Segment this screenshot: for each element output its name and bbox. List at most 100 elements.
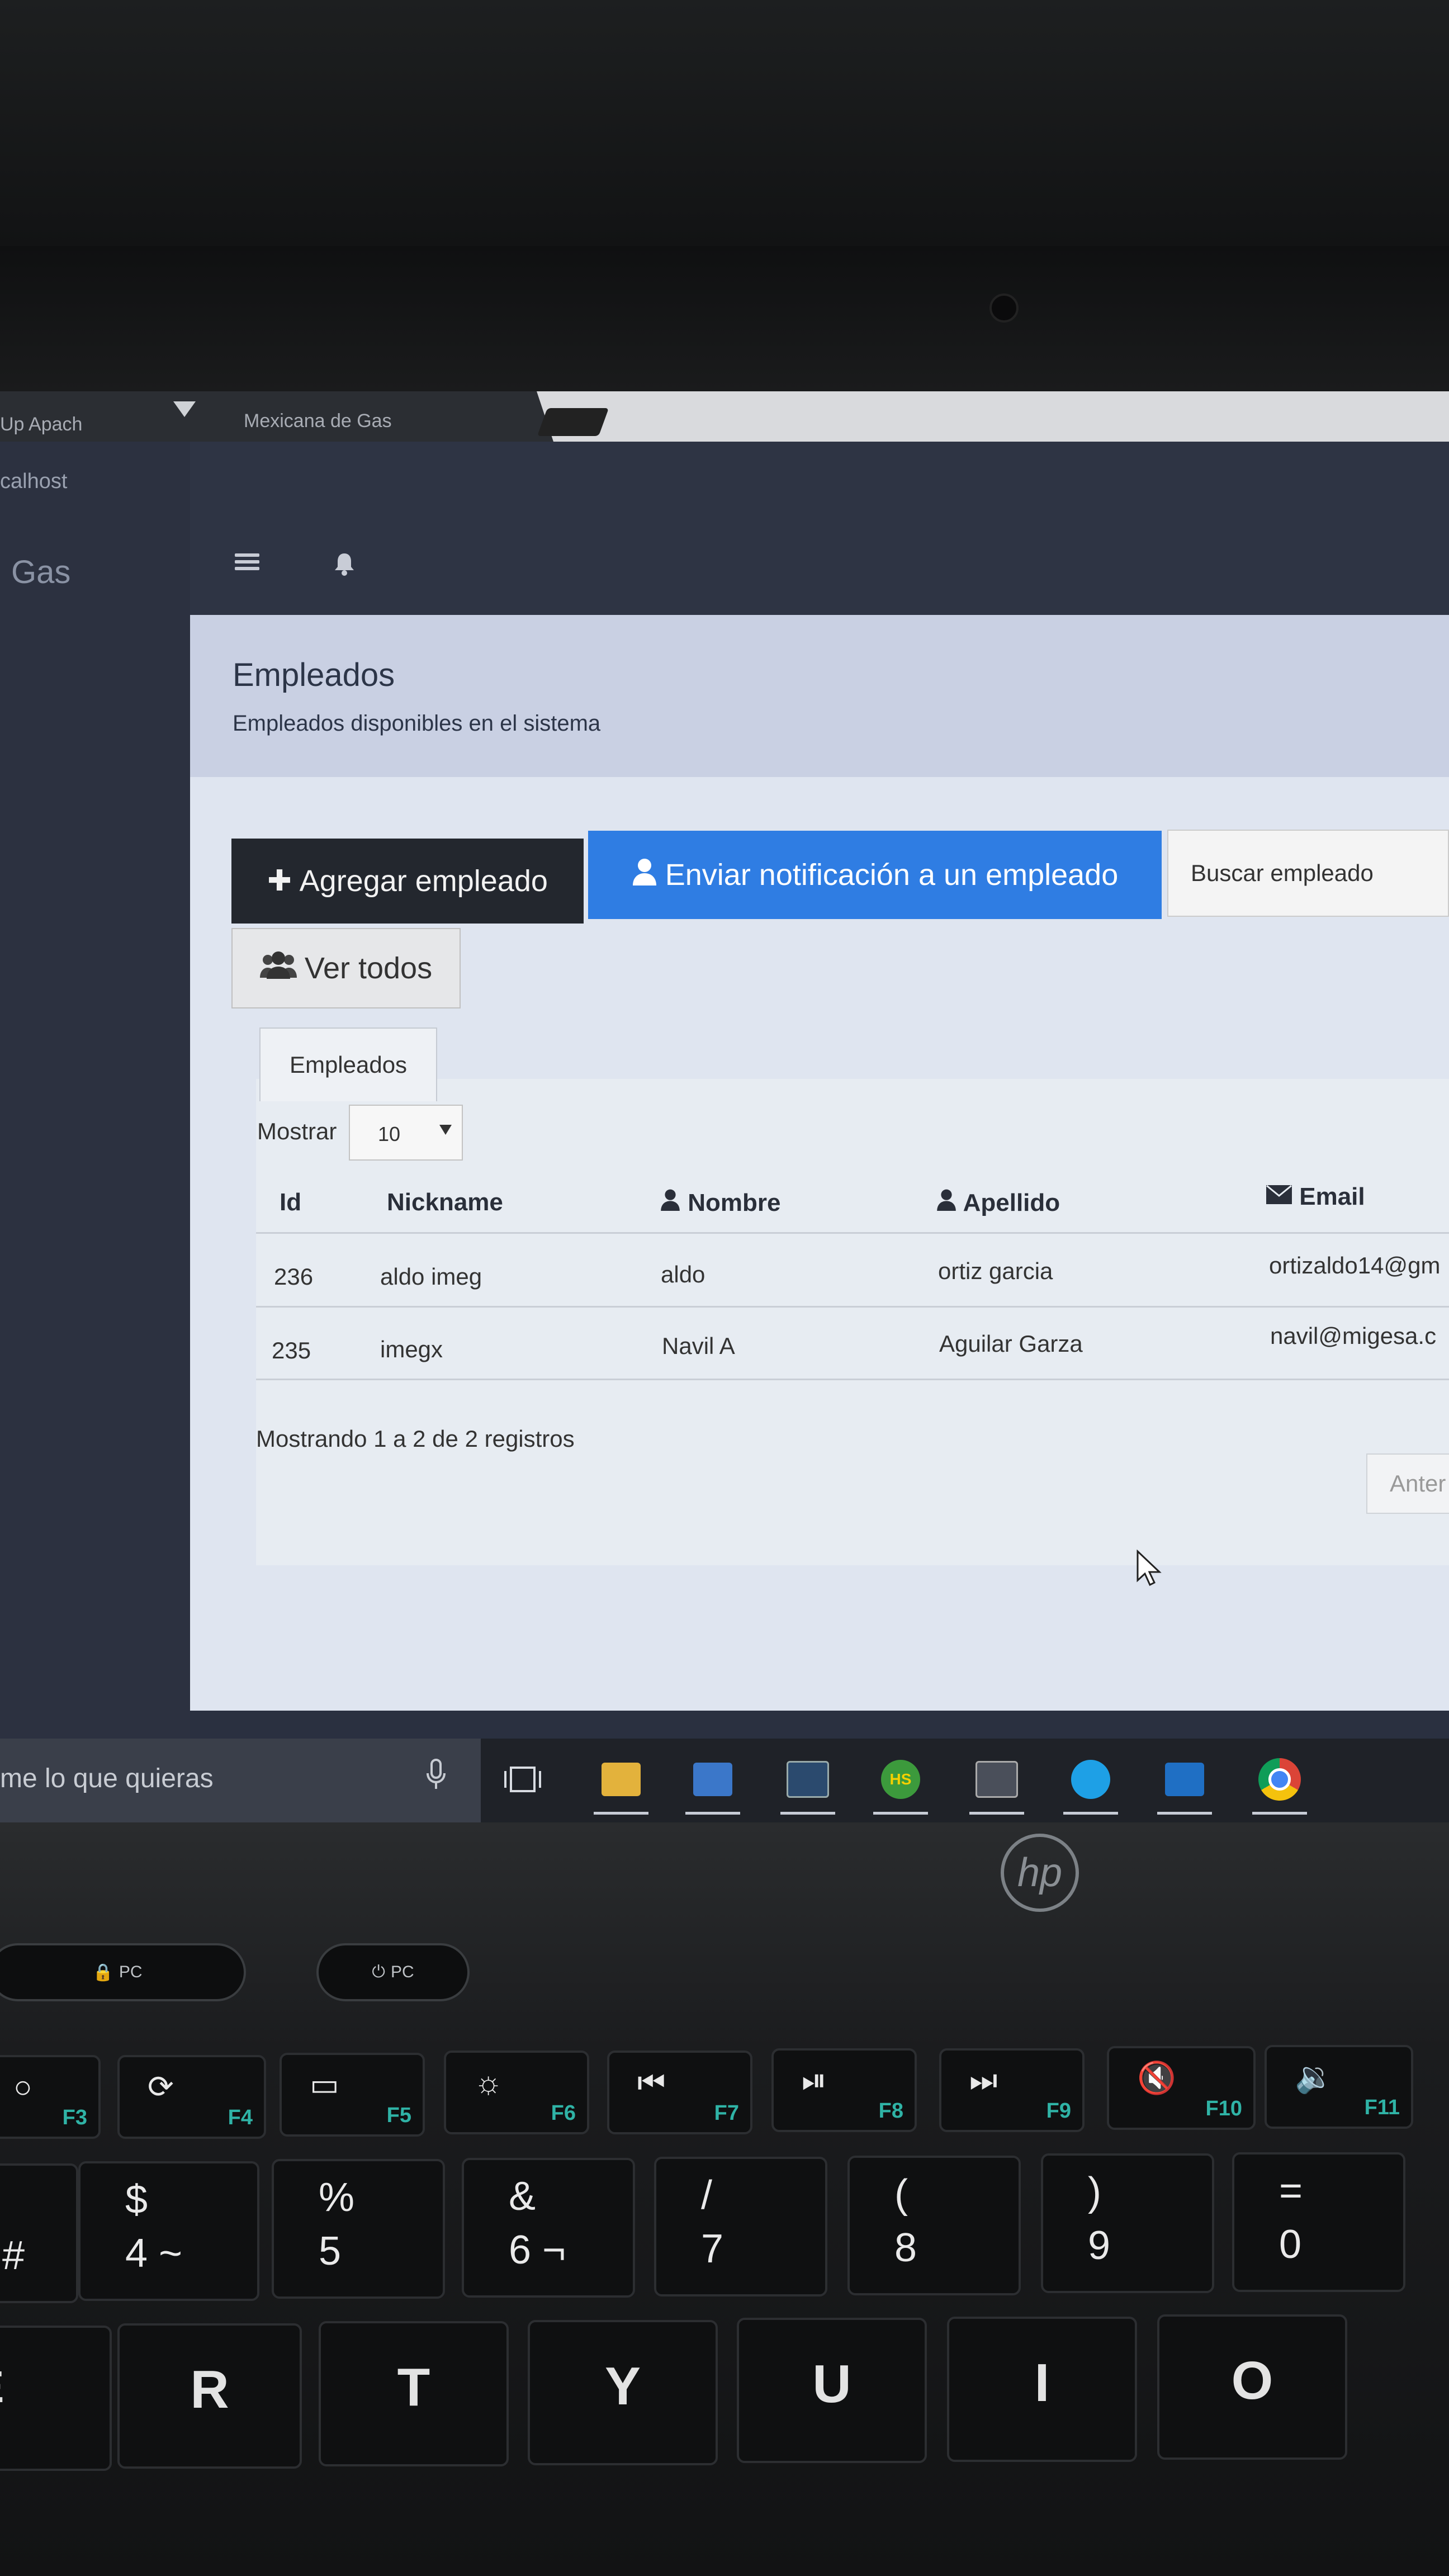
volume-down-icon: 🔉: [1295, 2059, 1334, 2094]
pc-button-2[interactable]: ⏻ PC: [316, 1943, 470, 2001]
pc-button-1[interactable]: 🔒 PC: [0, 1943, 246, 2001]
taskbar-chrome[interactable]: [1249, 1749, 1310, 1815]
hp-logo: hp: [1001, 1834, 1079, 1912]
key-o[interactable]: O: [1157, 2314, 1347, 2460]
pagination-prev-button[interactable]: Anter: [1366, 1453, 1449, 1514]
sidebar-brand[interactable]: Gas: [11, 553, 70, 591]
key-label: F3: [62, 2106, 87, 2129]
taskbar-outlook[interactable]: [1154, 1749, 1215, 1815]
page-subtitle: Empleados disponibles en el sistema: [233, 711, 601, 736]
key-label: O: [1231, 2351, 1273, 2411]
key-label: #: [2, 2233, 25, 2278]
key-f10[interactable]: 🔇 F10: [1107, 2046, 1256, 2130]
taskbar-terminal[interactable]: [777, 1749, 839, 1815]
cell-nickname: imegx: [380, 1336, 443, 1362]
page-length-label: Mostrar: [257, 1118, 337, 1144]
bell-icon[interactable]: [333, 551, 356, 576]
key-7[interactable]: /7: [654, 2157, 827, 2296]
browser-tab-title[interactable]: Mexicana de Gas: [244, 410, 392, 432]
key-icon: ○: [13, 2069, 32, 2104]
key-i[interactable]: I: [947, 2317, 1137, 2462]
key-f5[interactable]: ▭ F5: [280, 2053, 425, 2137]
page-length-select[interactable]: 10: [349, 1105, 463, 1161]
sublime-icon: [976, 1761, 1018, 1798]
cell-email: ortizaldo14@gm: [1269, 1252, 1441, 1278]
cell-id: 236: [274, 1263, 314, 1290]
address-bar[interactable]: [537, 391, 1449, 442]
menu-toggle-icon[interactable]: [235, 553, 259, 574]
key-label: %: [319, 2175, 355, 2220]
column-header-id[interactable]: Id: [280, 1188, 301, 1216]
key-f3[interactable]: ○ F3: [0, 2055, 101, 2139]
key-f9[interactable]: ⏭ F9: [939, 2048, 1085, 2132]
mute-icon: 🔇: [1137, 2060, 1176, 2095]
notify-employee-button[interactable]: Enviar notificación a un empleado: [588, 831, 1162, 919]
search-employee-input[interactable]: Buscar empleado: [1167, 830, 1449, 917]
key-f8[interactable]: ⏯ F8: [771, 2048, 917, 2132]
taskbar-skype[interactable]: [1060, 1749, 1121, 1815]
key-label: R: [190, 2360, 229, 2419]
key-0[interactable]: = 0: [1232, 2152, 1405, 2292]
envelope-icon: [1266, 1183, 1299, 1210]
cell-nombre: Navil A: [662, 1333, 735, 1359]
user-icon: [936, 1189, 963, 1216]
key-label: T: [397, 2357, 430, 2417]
page-length-value: 10: [378, 1123, 401, 1145]
key-label: &: [509, 2174, 536, 2219]
key-4[interactable]: $4 ~: [78, 2161, 259, 2301]
key-5[interactable]: % 5: [272, 2159, 445, 2299]
taskbar-network-app[interactable]: [682, 1749, 744, 1815]
webcam: [989, 293, 1019, 323]
key-3[interactable]: #: [0, 2163, 78, 2303]
key-u[interactable]: U: [737, 2318, 927, 2463]
background-wall: [0, 0, 1449, 246]
taskbar-sublime[interactable]: [966, 1749, 1027, 1815]
column-header-apellido[interactable]: Apellido: [936, 1188, 1060, 1217]
add-employee-label: Agregar empleado: [299, 864, 548, 898]
key-label: 8: [894, 2225, 917, 2270]
page-header: Empleados Empleados disponibles en el si…: [190, 615, 1449, 777]
mouse-cursor-icon: [1137, 1550, 1162, 1587]
key-6[interactable]: & 6 ¬: [462, 2158, 635, 2298]
tab-empleados[interactable]: Empleados: [259, 1027, 437, 1101]
view-all-button[interactable]: Ver todos: [231, 928, 461, 1008]
microphone-icon[interactable]: [426, 1759, 446, 1791]
task-view-button[interactable]: [492, 1749, 553, 1810]
hs-icon: HS: [881, 1760, 920, 1799]
key-label: F9: [1046, 2099, 1071, 2123]
key-label: $: [125, 2177, 148, 2222]
key-9[interactable]: ) 9: [1041, 2153, 1214, 2293]
top-navbar: [190, 442, 1449, 615]
taskbar-file-explorer[interactable]: [590, 1749, 652, 1815]
chevron-down-icon: [439, 1125, 452, 1135]
key-y[interactable]: Y: [528, 2320, 718, 2465]
key-r[interactable]: R: [117, 2323, 302, 2469]
column-header-nombre[interactable]: Nombre: [660, 1188, 780, 1217]
refresh-icon: ⟳: [148, 2069, 174, 2104]
power-icon: ⏻: [372, 1963, 386, 1981]
brightness-icon: ☼: [474, 2064, 503, 2100]
key-8[interactable]: (8: [847, 2156, 1021, 2295]
taskbar-heidisql[interactable]: HS: [870, 1749, 931, 1815]
key-f11[interactable]: 🔉 F11: [1265, 2045, 1413, 2129]
key-f4[interactable]: ⟳ F4: [117, 2055, 266, 2139]
laptop-bezel: [0, 246, 1449, 391]
sidebar: calhost Gas: [0, 442, 190, 1767]
add-employee-button[interactable]: ✚ Agregar empleado: [231, 839, 584, 924]
key-t[interactable]: T: [319, 2321, 509, 2466]
column-header-email[interactable]: Email: [1266, 1183, 1365, 1211]
apellido-label: Apellido: [963, 1189, 1060, 1216]
key-label: 9: [1088, 2223, 1111, 2268]
cell-apellido: Aguilar Garza: [939, 1330, 1083, 1357]
column-header-nickname[interactable]: Nickname: [387, 1188, 503, 1216]
key-f7[interactable]: ⏮ F7: [607, 2051, 752, 2134]
browser-tab-partial[interactable]: Up Apach: [0, 414, 82, 435]
key-e[interactable]: E€: [0, 2326, 112, 2471]
dropdown-arrow-icon[interactable]: [173, 401, 196, 417]
key-f6[interactable]: ☼ F6: [444, 2051, 589, 2134]
key-label: ): [1088, 2170, 1101, 2214]
lock-icon: 🔒: [92, 1963, 113, 1982]
key-label: =: [1279, 2168, 1303, 2213]
key-label: /: [701, 2173, 713, 2218]
cell-email: navil@migesa.c: [1270, 1323, 1437, 1349]
